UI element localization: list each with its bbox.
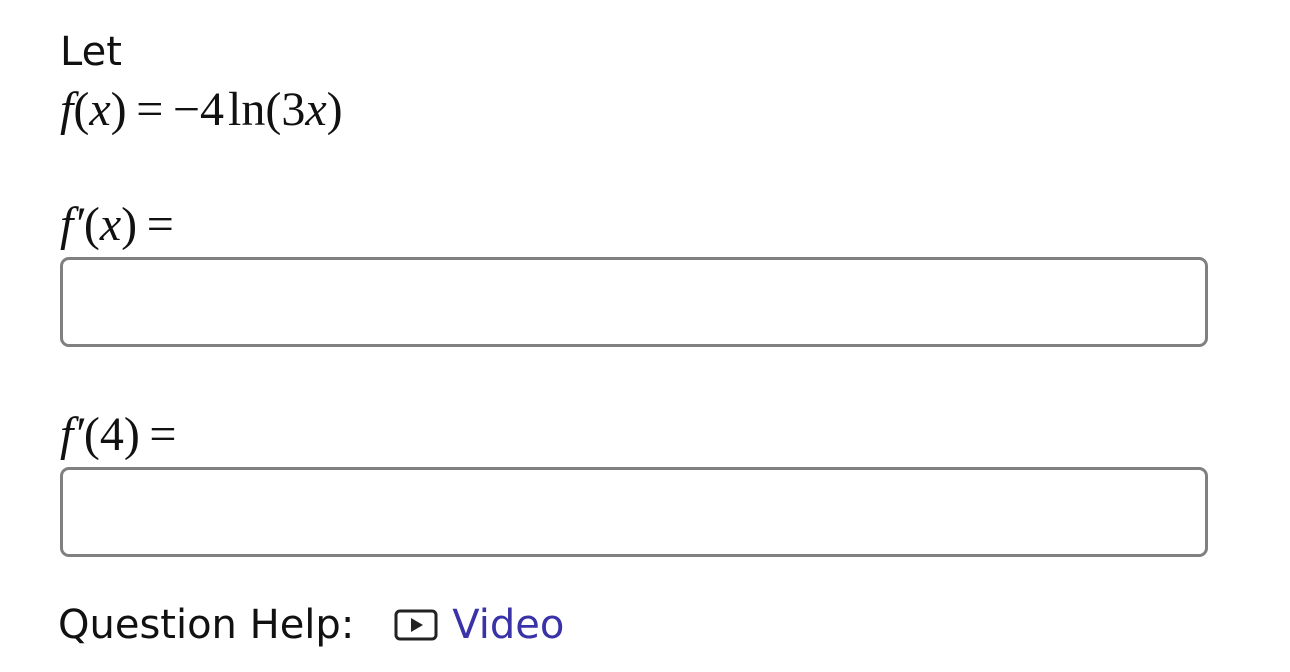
function-variable: x [89,83,111,136]
close-paren: ) [121,198,138,251]
part-1-prompt: f′(x) = [60,197,183,253]
open-paren: ( [73,83,90,136]
part-1-answer-box[interactable] [60,257,1208,347]
rhs-inner-variable: x [305,83,327,136]
open-paren: ( [265,83,282,136]
part-2-prompt: f′(4) = [60,407,186,463]
question-help-label: Question Help: [58,602,355,648]
function-definition: f(x) = −4 ln(3x) [60,82,343,138]
derivative-argument: 4 [99,408,124,461]
question-intro: Let [60,29,122,75]
equals-sign: = [146,198,174,251]
close-paren: ) [110,83,127,136]
video-link-label: Video [452,602,565,648]
part-1-answer-input[interactable] [63,260,1205,344]
derivative-argument: x [99,198,122,251]
video-help-link[interactable]: Video [394,600,564,650]
derivative-name: f′ [60,198,84,251]
equals-sign: = [136,83,164,136]
play-video-icon [394,609,438,641]
close-paren: ) [123,408,140,461]
part-2-answer-input[interactable] [63,470,1205,554]
open-paren: ( [83,408,100,461]
rhs-coefficient: −4 [172,83,224,136]
open-paren: ( [83,198,100,251]
rhs-inner-coefficient: 3 [281,83,306,136]
equals-sign: = [149,408,177,461]
function-name: f [60,83,74,136]
close-paren: ) [326,83,343,136]
part-2-answer-box[interactable] [60,467,1208,557]
question-help: Question Help: Video [58,600,564,650]
rhs-function: ln [227,83,266,136]
derivative-name: f′ [60,408,84,461]
